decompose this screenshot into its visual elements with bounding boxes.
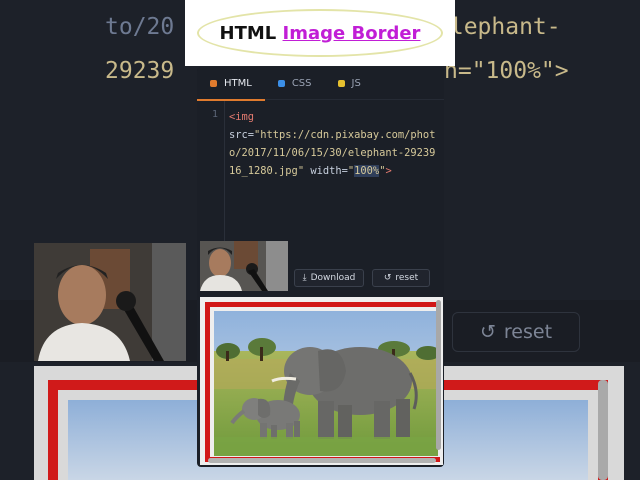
background-reset-button: ↺ reset [452,312,580,352]
video-title: HTML Image Border [219,22,421,44]
reset-button[interactable]: ↺ reset [372,269,430,287]
line-number: 1 [211,109,218,120]
output-preview[interactable] [200,297,443,465]
video-frame: to/20 elephant- 29239 h="100%"> ↺ reset [0,0,640,480]
elephant-photo [214,311,438,456]
webcam-inset [200,241,288,291]
preview-vertical-scrollbar[interactable] [436,300,441,450]
js-tab-dot-icon [337,80,345,87]
background-webcam [34,243,186,361]
background-code-line-1: to/20 [105,14,175,40]
tab-js[interactable]: JS [325,67,374,100]
download-icon: ⤓ [302,273,307,283]
title-card: HTML Image Border [185,0,455,66]
html-code[interactable]: <img src="https://cdn.pixabay.com/photo/… [229,108,441,180]
background-code-line-2-right: h="100%"> [444,58,569,84]
css-tab-dot-icon [277,80,285,87]
html-tab-dot-icon [210,80,217,87]
preview-horizontal-scrollbar[interactable] [208,458,436,463]
background-code-line-2: 29239 [105,58,175,84]
background-reset-icon: ↺ [479,321,496,343]
tab-css[interactable]: CSS [265,67,325,100]
reset-icon: ↺ [383,273,392,283]
download-button[interactable]: ⤓ Download [294,269,364,287]
tab-html[interactable]: HTML [197,67,265,101]
background-scrollbar [598,380,608,480]
editor-tabs: HTML CSS JS [197,67,444,101]
